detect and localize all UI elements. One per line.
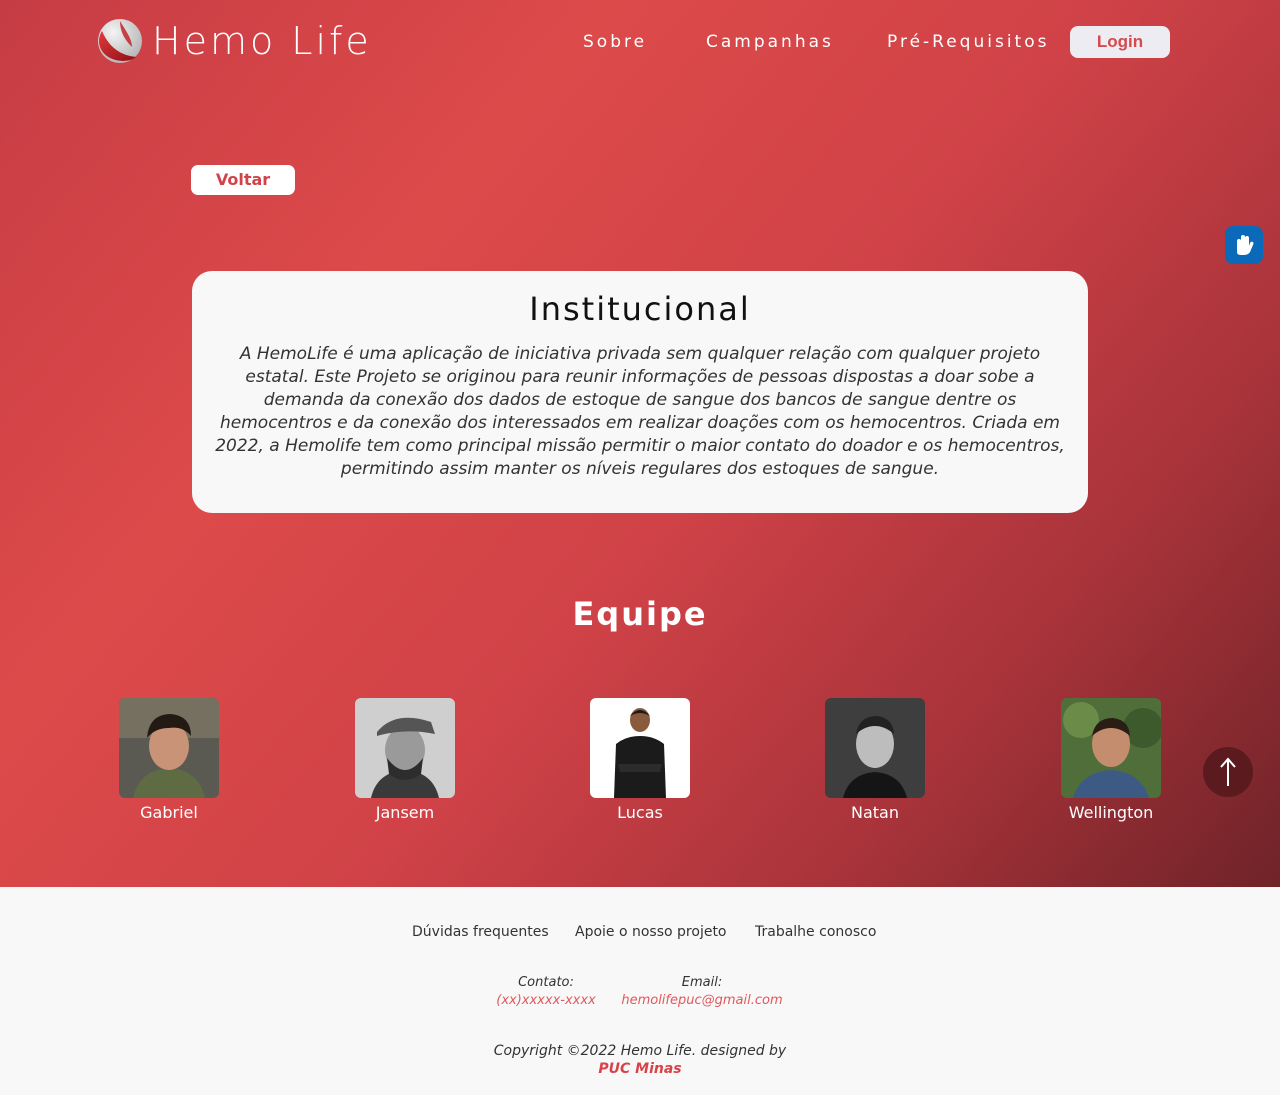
- team-member: Lucas: [565, 698, 715, 822]
- team-member: Natan: [800, 698, 950, 822]
- login-button[interactable]: Login: [1070, 26, 1170, 58]
- team-member: Gabriel: [94, 698, 244, 822]
- email-label: Email:: [681, 975, 723, 990]
- footer-links: Dúvidas frequentes Apoie o nosso projeto…: [0, 923, 1280, 941]
- arrow-up-icon: [1220, 757, 1236, 786]
- back-button[interactable]: Voltar: [191, 165, 295, 195]
- footer-link-support[interactable]: Apoie o nosso projeto: [575, 923, 727, 941]
- hero-section: Hemo Life Sobre Campanhas Pré-Requisitos…: [0, 0, 1280, 887]
- footer: Dúvidas frequentes Apoie o nosso projeto…: [0, 887, 1280, 1095]
- member-name: Jansem: [375, 803, 435, 822]
- email-block: Email: hemolifepuc@gmail.com: [614, 974, 790, 1010]
- contact-phone[interactable]: (xx)xxxxx-xxxx: [490, 992, 602, 1010]
- institutional-card: Institucional A HemoLife é uma aplicação…: [192, 271, 1088, 513]
- member-photo: [1061, 698, 1161, 798]
- email-address[interactable]: hemolifepuc@gmail.com: [614, 992, 790, 1010]
- team-member: Wellington: [1036, 698, 1186, 822]
- libras-accessibility-button[interactable]: [1225, 226, 1263, 264]
- member-photo: [825, 698, 925, 798]
- team-member: Jansem: [330, 698, 480, 822]
- member-photo: [590, 698, 690, 798]
- copyright-text: Copyright ©2022 Hemo Life. designed by: [493, 1043, 787, 1059]
- nav-item-sobre[interactable]: Sobre: [583, 30, 647, 54]
- institutional-title: Institucional: [529, 290, 751, 328]
- hand-sign-icon: [1237, 235, 1254, 255]
- member-name: Lucas: [617, 803, 663, 822]
- member-photo: [119, 698, 219, 798]
- footer-link-faq[interactable]: Dúvidas frequentes: [412, 923, 549, 941]
- member-name: Wellington: [1068, 803, 1154, 822]
- scroll-top-button[interactable]: [1203, 747, 1253, 797]
- team-title: Equipe: [572, 595, 708, 633]
- contact-label: Contato:: [518, 975, 574, 990]
- nav-item-campanhas[interactable]: Campanhas: [706, 30, 834, 54]
- member-name: Natan: [851, 803, 899, 822]
- member-photo: [355, 698, 455, 798]
- footer-link-careers[interactable]: Trabalhe conosco: [755, 923, 876, 941]
- institutional-text: A HemoLife é uma aplicação de iniciativa…: [215, 344, 1065, 479]
- designer-link[interactable]: PUC Minas: [0, 1060, 1280, 1078]
- contact-block: Contato: (xx)xxxxx-xxxx: [490, 974, 602, 1010]
- member-name: Gabriel: [140, 803, 198, 822]
- nav-item-pre-requisitos[interactable]: Pré-Requisitos: [887, 30, 1049, 54]
- copyright: Copyright ©2022 Hemo Life. designed by P…: [0, 1042, 1280, 1078]
